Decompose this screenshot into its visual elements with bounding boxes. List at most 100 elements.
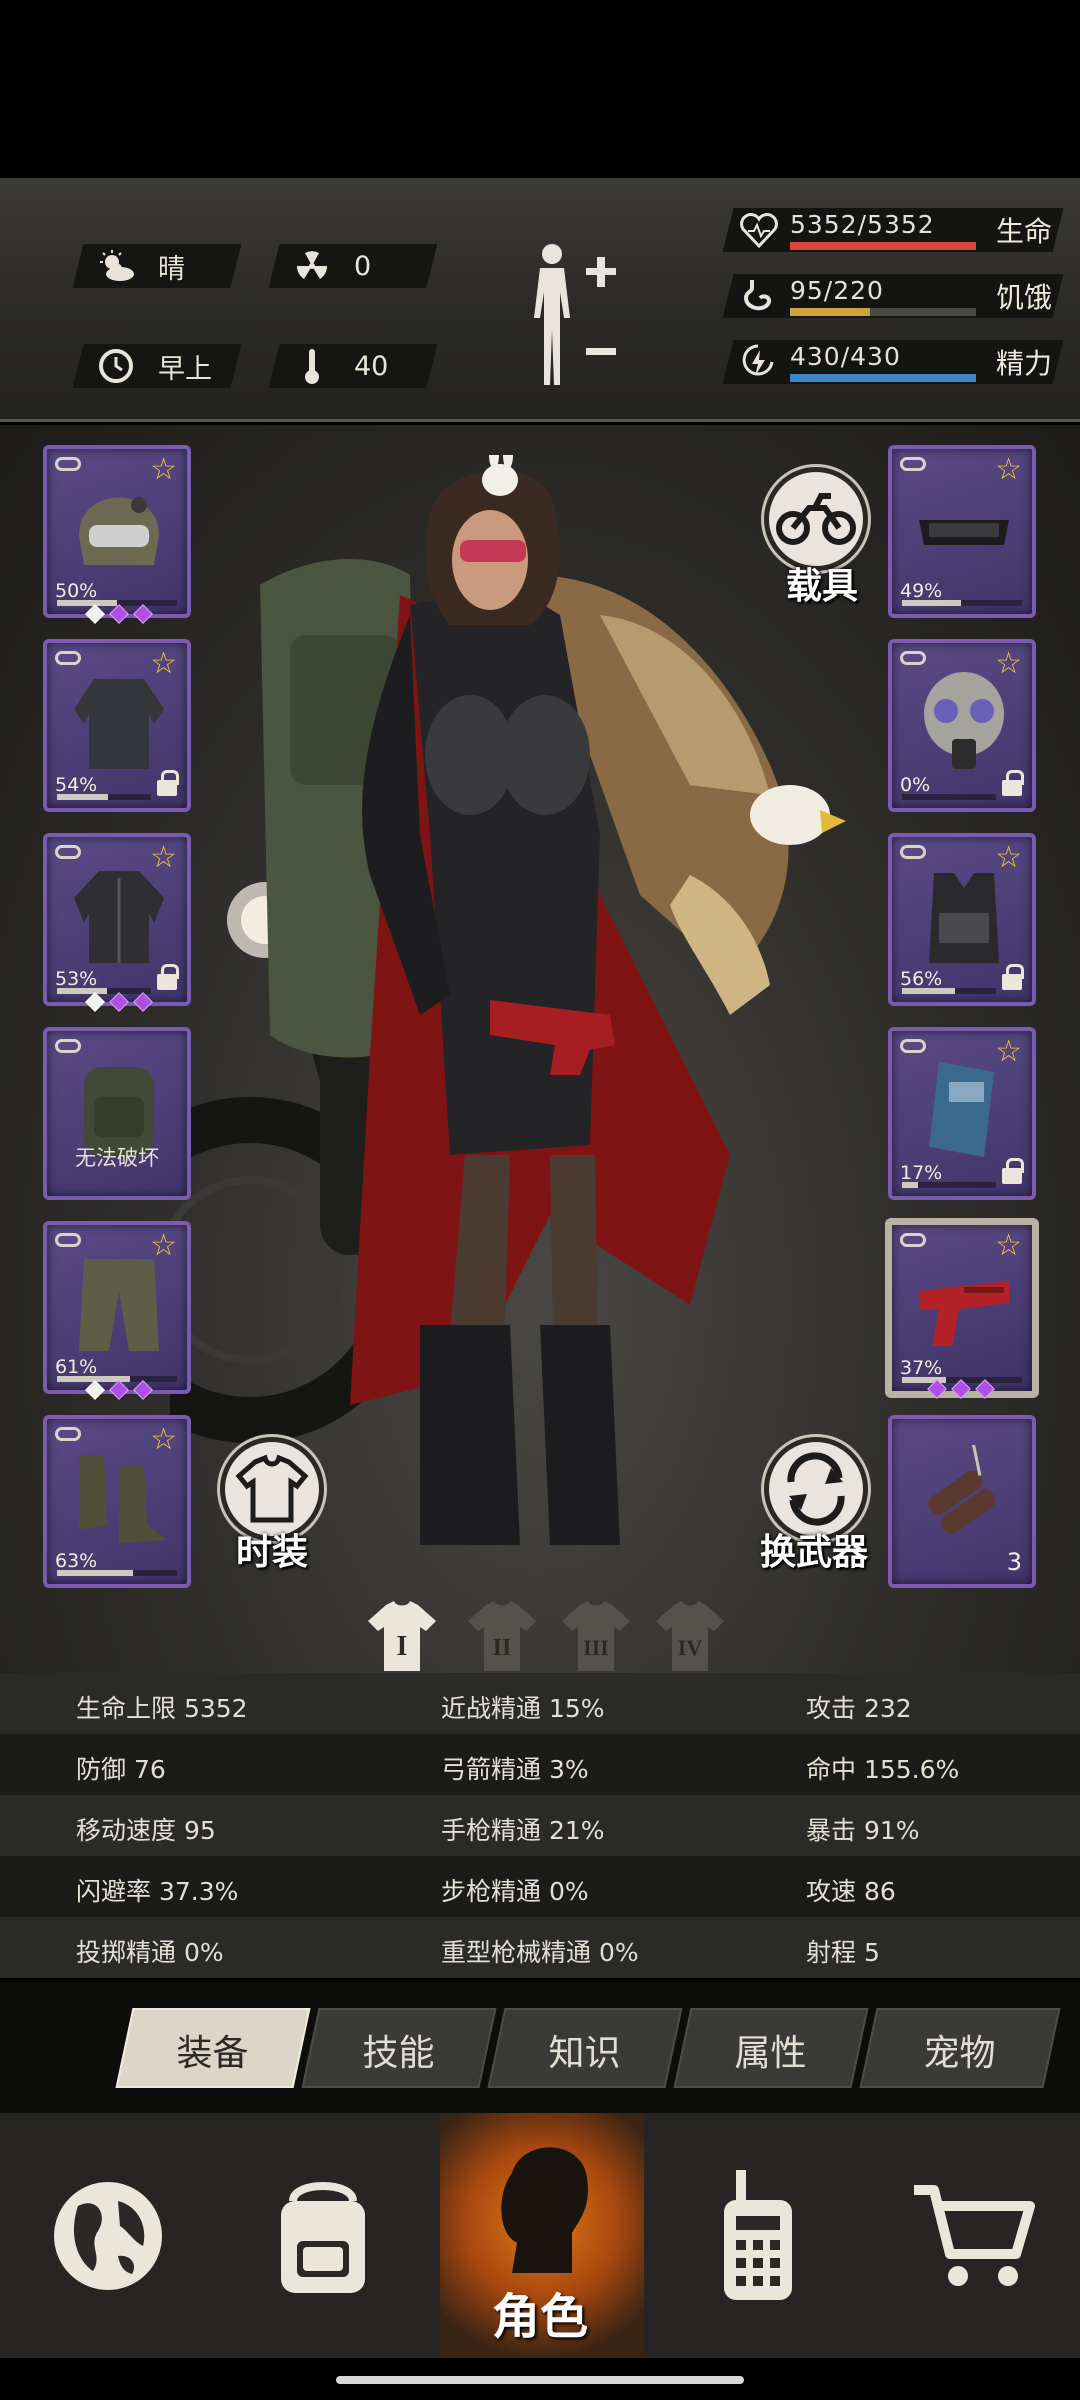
gem-purple	[109, 1380, 129, 1400]
time-label: 早上	[158, 353, 212, 385]
outfit-tab-2[interactable]: II	[464, 1597, 540, 1673]
gem-purple	[109, 604, 129, 624]
link-icon	[900, 651, 926, 665]
item-count: 3	[1006, 1548, 1022, 1576]
stats-row: 移动速度 95 手枪精通 21% 暴击 91%	[0, 1795, 1080, 1856]
slot-vest[interactable]: ☆ 56%	[888, 833, 1036, 1006]
outfit-tab-label: III	[583, 1635, 609, 1660]
durability-percent: 53%	[55, 968, 98, 990]
boots-icon	[79, 1455, 167, 1543]
slot-pants[interactable]: ☆ 61%	[43, 1221, 191, 1394]
pants-icon	[79, 1259, 159, 1351]
health-fill-track	[790, 242, 976, 250]
hunger-value: 95/220	[790, 276, 884, 305]
hunger-fill	[790, 308, 870, 316]
stat-attack-speed: 攻速 86	[806, 1877, 896, 1906]
heart-icon	[740, 212, 778, 252]
gem-purple	[133, 992, 153, 1012]
body-status-button[interactable]	[520, 240, 630, 390]
motorcycle-icon	[776, 493, 856, 545]
durability-fill	[57, 988, 107, 994]
stat-max-hp: 生命上限 5352	[76, 1694, 248, 1723]
durability-percent: 61%	[55, 1356, 98, 1378]
durability-bar	[902, 600, 1022, 606]
durability-fill	[57, 1570, 133, 1576]
durability-bar	[902, 988, 996, 994]
slot-gas-mask[interactable]: ☆ 0%	[888, 639, 1036, 812]
slot-coat[interactable]: ☆ 53%	[43, 833, 191, 1006]
health-value: 5352/5352	[790, 210, 935, 239]
nav-character[interactable]: 角色	[440, 2113, 644, 2358]
tab-label: 技能	[362, 2033, 435, 2074]
nav-shop[interactable]	[865, 2113, 1080, 2358]
radiation-icon	[292, 246, 332, 286]
outfit-tab-label: IV	[678, 1635, 703, 1660]
link-icon	[55, 1233, 81, 1247]
energy-value: 430/430	[790, 342, 901, 371]
hunger-fill-track	[790, 308, 976, 316]
durability-percent: 37%	[900, 1357, 943, 1379]
human-body-icon	[534, 244, 616, 385]
stat-throw-mastery: 投掷精通 0%	[76, 1938, 224, 1967]
stat-dodge: 闪避率 37.3%	[76, 1877, 239, 1906]
nav-radio[interactable]	[650, 2113, 865, 2358]
link-icon	[55, 845, 81, 859]
outfit-tab-4[interactable]: IV	[652, 1597, 728, 1673]
weather-chip: 晴	[72, 244, 242, 288]
tab-attributes[interactable]: 属性	[673, 2008, 869, 2088]
tab-label: 属性	[734, 2033, 807, 2074]
lock-icon	[1002, 964, 1024, 990]
slot-pistol[interactable]: ☆ 37%	[885, 1218, 1039, 1398]
walkie-talkie-icon	[723, 2169, 792, 2300]
gem-row	[927, 1379, 995, 1402]
stomach-icon	[742, 278, 774, 318]
lock-icon	[157, 964, 179, 990]
gas-mask-icon	[924, 672, 1004, 769]
tab-skills[interactable]: 技能	[301, 2008, 497, 2088]
clock-icon	[96, 346, 136, 386]
outfit-tab-1[interactable]: I	[364, 1597, 440, 1673]
health-label: 生命	[996, 215, 1053, 248]
gem-purple	[927, 1379, 947, 1399]
globe-icon	[53, 2181, 162, 2290]
nav-world-map[interactable]	[0, 2113, 215, 2358]
nav-character-label: 角色	[492, 2289, 589, 2345]
weather-label: 晴	[158, 253, 185, 285]
stat-rifle-mastery: 步枪精通 0%	[441, 1877, 589, 1906]
temperature-chip: 40	[268, 344, 438, 388]
stat-accuracy: 命中 155.6%	[806, 1755, 960, 1784]
tab-knowledge[interactable]: 知识	[487, 2008, 683, 2088]
link-icon	[900, 845, 926, 859]
outfit-tab-3[interactable]: III	[558, 1597, 634, 1673]
vehicle-button[interactable]	[764, 467, 868, 571]
slot-helmet[interactable]: ☆ 50%	[43, 445, 191, 618]
durability-fill	[57, 600, 117, 606]
outfit-tab-label: II	[493, 1635, 512, 1661]
durability-percent: 63%	[55, 1550, 98, 1572]
health-bar: 5352/5352 生命	[722, 208, 1064, 252]
slot-shield[interactable]: ☆ 17%	[888, 1027, 1036, 1200]
energy-fill	[790, 374, 976, 382]
energy-bar: 430/430 精力	[722, 340, 1064, 384]
tab-label: 装备	[176, 2033, 249, 2074]
tab-equipment[interactable]: 装备	[115, 2008, 311, 2088]
slot-boots[interactable]: ☆ 63%	[43, 1415, 191, 1588]
lock-icon	[1002, 770, 1024, 796]
lock-icon	[1002, 1158, 1024, 1184]
outfit-tab-label: I	[397, 1631, 408, 1662]
stat-attack: 攻击 232	[806, 1694, 912, 1723]
slot-backpack[interactable]: 无法破坏	[43, 1027, 191, 1200]
backpack-icon	[280, 2181, 365, 2293]
durability-bar	[902, 1182, 996, 1188]
stats-row: 生命上限 5352 近战精通 15% 攻击 232	[0, 1673, 1080, 1734]
slot-goggles[interactable]: ☆ 49%	[888, 445, 1036, 618]
slot-grenade[interactable]: 3	[888, 1415, 1036, 1588]
durability-fill	[902, 988, 955, 994]
durability-percent: 49%	[900, 580, 943, 602]
tab-pets[interactable]: 宠物	[859, 2008, 1061, 2088]
home-indicator[interactable]	[336, 2376, 744, 2384]
durability-percent: 54%	[55, 774, 98, 796]
durability-fill	[57, 794, 108, 800]
slot-jacket[interactable]: ☆ 54%	[43, 639, 191, 812]
nav-inventory[interactable]	[215, 2113, 430, 2358]
